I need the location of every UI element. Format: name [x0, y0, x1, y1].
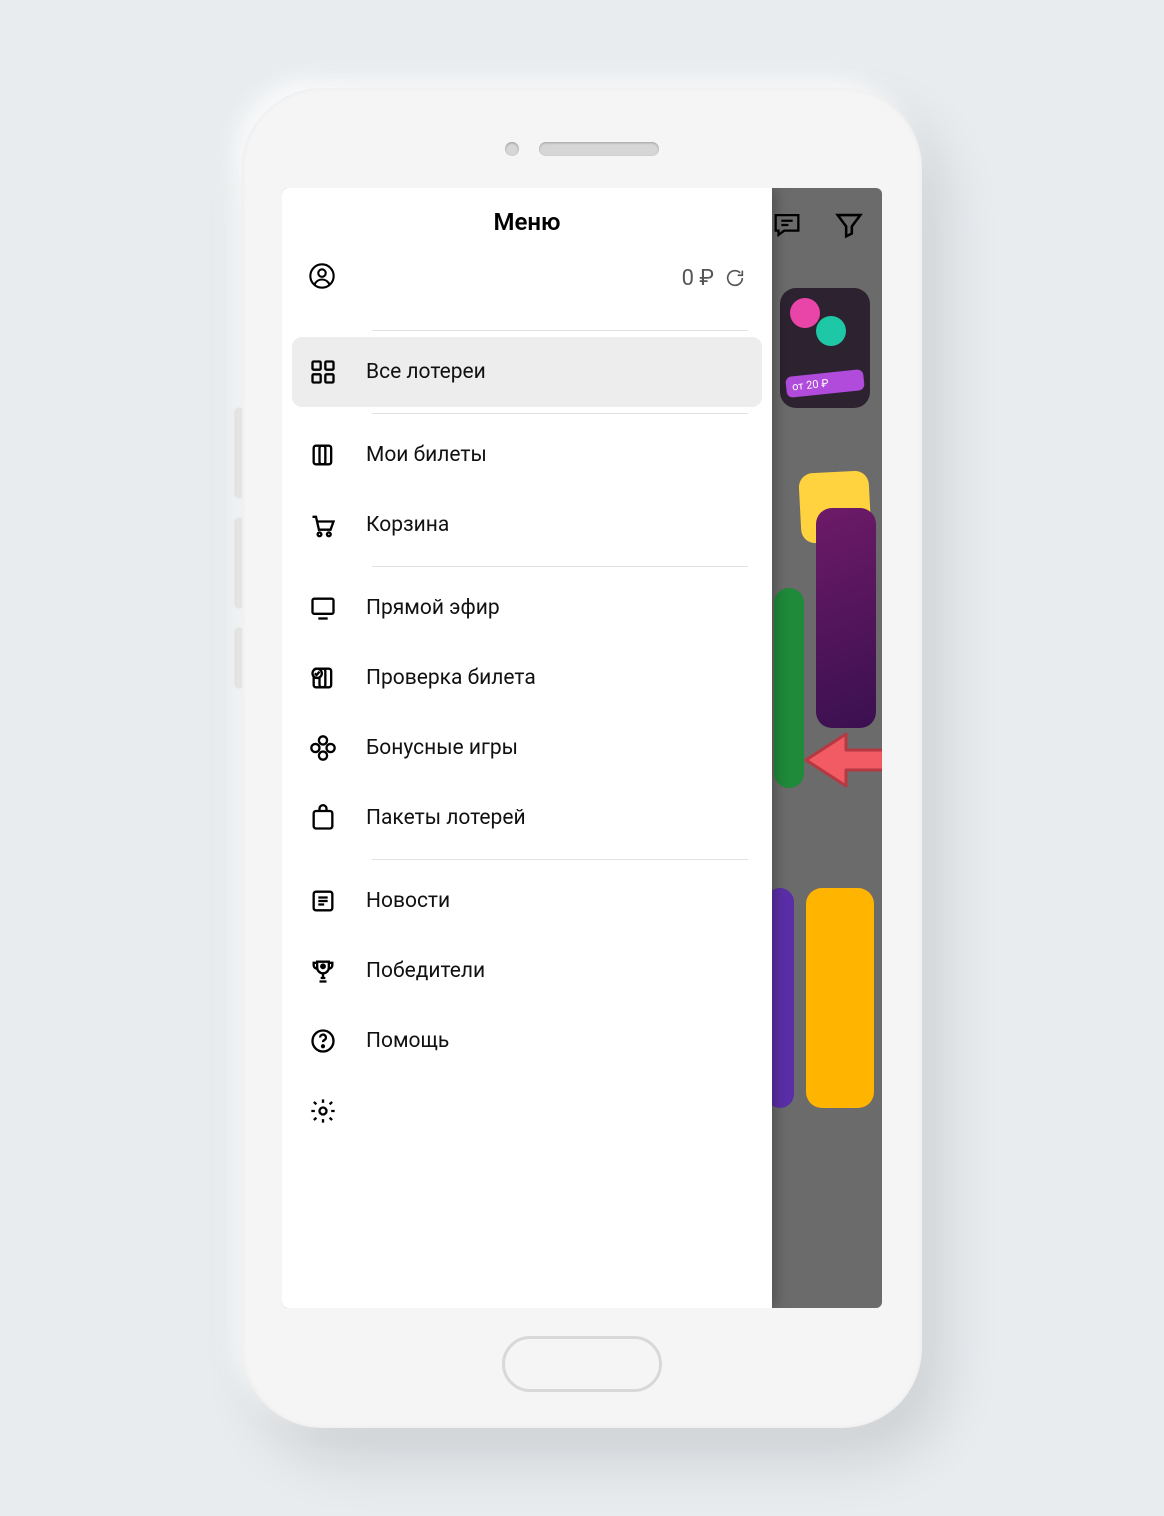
- phone-camera-dot: [505, 142, 519, 156]
- phone-home-button: [502, 1336, 662, 1392]
- menu-item-label: Прямой эфир: [366, 596, 500, 620]
- app-screen: от 20 ₽ Меню 0 ₽: [282, 188, 882, 1308]
- help-icon: [308, 1026, 338, 1056]
- menu-item-label: Помощь: [366, 1029, 449, 1053]
- menu-item-all-lotteries[interactable]: Все лотереи: [292, 337, 762, 407]
- promo-card[interactable]: от 20 ₽: [780, 288, 870, 408]
- chip-icon: [816, 316, 846, 346]
- menu-item-news[interactable]: Новости: [282, 866, 772, 936]
- menu-item-check-ticket[interactable]: Проверка билета: [282, 643, 772, 713]
- tv-icon: [308, 593, 338, 623]
- chat-icon[interactable]: [770, 208, 804, 246]
- menu-item-cart[interactable]: Корзина: [282, 490, 772, 560]
- price-badge: от 20 ₽: [785, 369, 865, 398]
- menu-item-partial[interactable]: [282, 1076, 772, 1126]
- divider: [372, 566, 748, 567]
- menu-item-label: Пакеты лотерей: [366, 806, 526, 830]
- menu-drawer: Меню 0 ₽ Все лотереи: [282, 188, 772, 1308]
- menu-item-lottery-packs[interactable]: Пакеты лотерей: [282, 783, 772, 853]
- phone-speaker-area: [242, 142, 922, 156]
- drawer-title: Меню: [282, 188, 772, 244]
- filter-icon[interactable]: [832, 208, 866, 246]
- bag-icon: [308, 803, 338, 833]
- menu-item-winners[interactable]: Победители: [282, 936, 772, 1006]
- tickets-icon: [308, 440, 338, 470]
- clover-icon: [308, 733, 338, 763]
- phone-side-button: [236, 408, 242, 498]
- phone-speaker: [539, 142, 659, 156]
- refresh-icon[interactable]: [724, 267, 746, 289]
- promo-card-green[interactable]: [774, 588, 804, 788]
- grid-icon: [308, 357, 338, 387]
- cart-icon: [308, 510, 338, 540]
- menu-item-help[interactable]: Помощь: [282, 1006, 772, 1076]
- menu-item-label: Бонусные игры: [366, 736, 518, 760]
- trophy-icon: [308, 956, 338, 986]
- menu-item-bonus-games[interactable]: Бонусные игры: [282, 713, 772, 783]
- news-icon: [308, 886, 338, 916]
- chip-icon: [790, 298, 820, 328]
- menu-list: Все лотереи Мои билеты Корзина: [282, 324, 772, 1308]
- phone-mockup: от 20 ₽ Меню 0 ₽: [242, 88, 922, 1428]
- profile-icon[interactable]: [308, 262, 336, 294]
- divider: [372, 330, 748, 331]
- promo-card-orange[interactable]: [806, 888, 874, 1108]
- menu-item-my-tickets[interactable]: Мои билеты: [282, 420, 772, 490]
- menu-item-label: Все лотереи: [366, 360, 486, 384]
- check-ticket-icon: [308, 663, 338, 693]
- menu-item-live[interactable]: Прямой эфир: [282, 573, 772, 643]
- phone-side-button: [236, 628, 242, 688]
- phone-side-button: [236, 518, 242, 608]
- divider: [372, 413, 748, 414]
- menu-item-label: Проверка билета: [366, 666, 536, 690]
- divider: [372, 859, 748, 860]
- menu-item-label: Новости: [366, 889, 450, 913]
- balance-display[interactable]: 0 ₽: [682, 266, 746, 291]
- header-actions: [770, 208, 866, 246]
- account-row: 0 ₽: [282, 244, 772, 324]
- menu-item-label: Победители: [366, 959, 485, 983]
- promo-card-purple[interactable]: [816, 508, 876, 728]
- menu-item-label: Корзина: [366, 513, 449, 537]
- balance-value: 0 ₽: [682, 266, 714, 291]
- settings-icon: [308, 1096, 338, 1126]
- menu-item-label: Мои билеты: [366, 443, 487, 467]
